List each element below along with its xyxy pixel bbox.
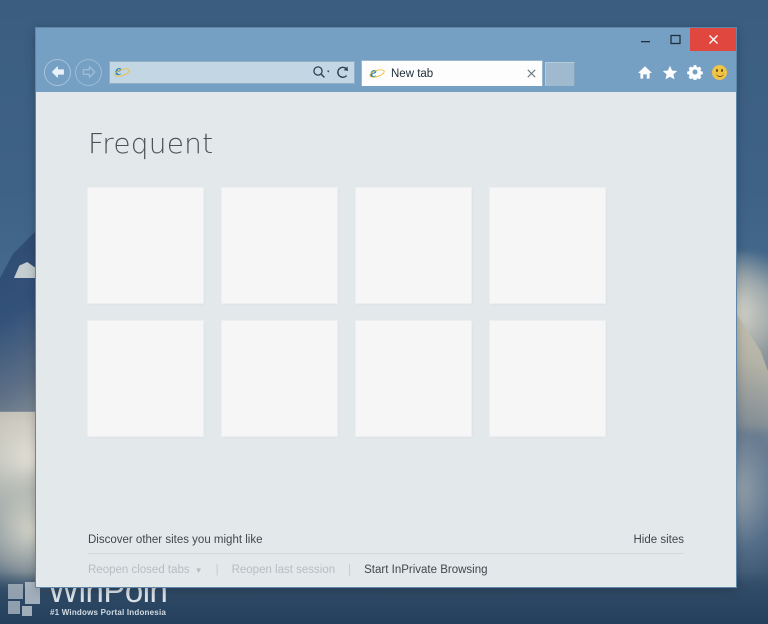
reopen-last-session-link[interactable]: Reopen last session — [232, 564, 336, 576]
window-titlebar[interactable] — [36, 28, 736, 52]
new-tab-button-icon[interactable] — [545, 62, 575, 86]
gear-icon[interactable] — [686, 64, 703, 81]
home-icon[interactable] — [636, 64, 653, 81]
internet-explorer-icon: e — [368, 65, 386, 82]
frequent-tile[interactable] — [88, 321, 203, 436]
page-title: Frequent — [88, 127, 214, 160]
internet-explorer-icon: e — [113, 64, 131, 80]
forward-arrow-icon[interactable] — [75, 58, 102, 86]
separator: | — [348, 564, 352, 576]
winpoin-squares-logo-icon — [8, 582, 42, 616]
frequent-tile[interactable] — [88, 188, 203, 303]
frequent-tiles-grid — [88, 188, 684, 436]
minimize-button[interactable] — [630, 28, 660, 51]
tab-title: New tab — [391, 67, 434, 80]
separator: | — [215, 564, 219, 576]
tab-new-tab[interactable]: e New tab — [361, 60, 543, 86]
desktop: WinPoin #1 Windows Portal Indonesia e e … — [0, 0, 768, 624]
tab-strip: e New tab — [361, 58, 575, 86]
smiley-face-icon[interactable] — [711, 64, 728, 81]
frequent-tile[interactable] — [356, 321, 471, 436]
browser-toolbar: e e New tab — [36, 52, 736, 92]
address-bar[interactable]: e — [109, 60, 355, 84]
frequent-tile[interactable] — [222, 321, 337, 436]
back-arrow-icon[interactable] — [44, 58, 71, 86]
frequent-tile[interactable] — [356, 188, 471, 303]
frequent-tile[interactable] — [222, 188, 337, 303]
frequent-tile[interactable] — [490, 321, 605, 436]
refresh-icon[interactable] — [335, 64, 351, 80]
star-icon[interactable] — [661, 64, 678, 81]
close-button[interactable] — [690, 28, 736, 51]
new-tab-page: Frequent Discover other sites you might … — [36, 92, 736, 587]
frequent-tile[interactable] — [490, 188, 605, 303]
session-links-row: Reopen closed tabs ▼ | Reopen last sessi… — [88, 554, 684, 576]
chevron-down-icon[interactable]: ▼ — [195, 566, 203, 575]
toolbar-icons — [636, 64, 730, 81]
reopen-closed-tabs-link[interactable]: Reopen closed tabs — [88, 564, 190, 576]
watermark-subtitle: #1 Windows Portal Indonesia — [50, 608, 167, 617]
start-inprivate-browsing-link[interactable]: Start InPrivate Browsing — [364, 564, 487, 576]
maximize-button[interactable] — [660, 28, 690, 51]
close-icon[interactable] — [524, 67, 538, 81]
search-magnifier-icon[interactable] — [312, 64, 332, 80]
hide-sites-link[interactable]: Hide sites — [634, 534, 685, 546]
internet-explorer-window: e e New tab Frequent Discover other site… — [36, 28, 736, 587]
discover-row: Discover other sites you might like Hide… — [88, 534, 684, 554]
new-tab-page-footer: Discover other sites you might like Hide… — [88, 534, 684, 587]
discover-sites-text: Discover other sites you might like — [88, 534, 263, 546]
